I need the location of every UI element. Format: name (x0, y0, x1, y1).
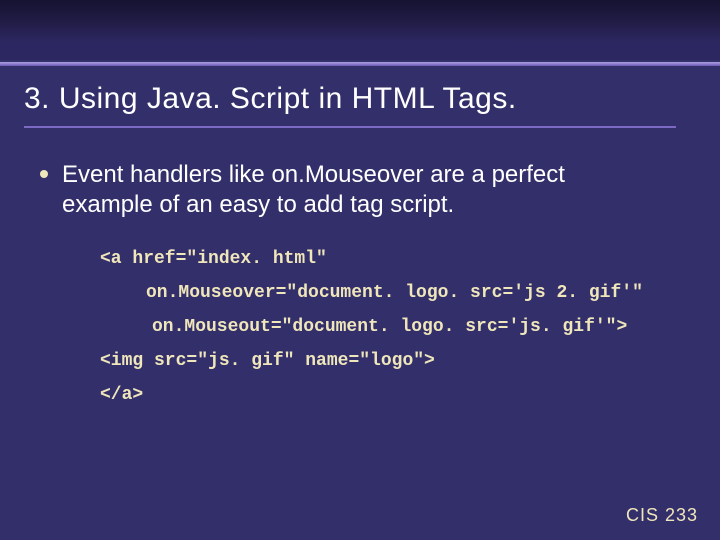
footer-course-id: CIS 233 (626, 505, 698, 526)
code-line-3: on.Mouseout="document. logo. src='js. gi… (100, 318, 720, 336)
code-line-1: <a href="index. html" (100, 250, 720, 268)
code-example: <a href="index. html" on.Mouseover="docu… (100, 250, 720, 404)
title-background-band (0, 0, 720, 60)
bullet-text: Event handlers like on.Mouseover are a p… (62, 160, 662, 220)
title-divider-stripe (0, 62, 720, 66)
code-line-4: <img src="js. gif" name="logo"> (100, 352, 720, 370)
code-line-5: </a> (100, 386, 720, 404)
code-line-2: on.Mouseover="document. logo. src='js 2.… (100, 284, 720, 302)
title-area: 3. Using Java. Script in HTML Tags. (0, 60, 720, 134)
slide-title: 3. Using Java. Script in HTML Tags. (24, 82, 696, 116)
bullet-dot-icon (40, 170, 48, 178)
bullet-item: Event handlers like on.Mouseover are a p… (0, 134, 720, 220)
title-underline (24, 126, 676, 128)
